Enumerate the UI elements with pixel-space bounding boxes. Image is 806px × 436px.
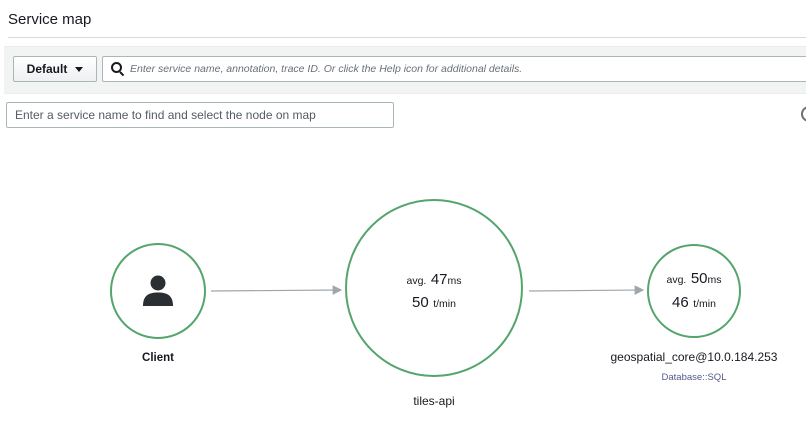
- node-geospatial-core-throughput: 46 t/min: [672, 294, 716, 311]
- edge-tiles-api-to-geospatial-core[interactable]: [528, 285, 645, 295]
- node-geospatial-core-type: Database::SQL: [661, 372, 727, 383]
- node-geospatial-core-label: geospatial_core@10.0.184.253: [610, 350, 778, 364]
- node-tiles-api-label: tiles-api: [413, 394, 455, 408]
- node-client[interactable]: [110, 243, 206, 339]
- service-map-canvas: Client avg. 47ms 50 t/min tiles-api avg.…: [0, 0, 806, 436]
- node-geospatial-core-latency: avg. 50ms: [666, 270, 722, 287]
- user-icon: [143, 275, 173, 306]
- node-tiles-api-latency: avg. 47ms: [406, 271, 462, 288]
- node-tiles-api-throughput: 50 t/min: [412, 294, 456, 311]
- node-tiles-api[interactable]: avg. 47ms 50 t/min: [345, 199, 523, 377]
- node-client-label: Client: [142, 352, 174, 364]
- edge-client-to-tiles-api[interactable]: [210, 285, 343, 295]
- node-geospatial-core[interactable]: avg. 50ms 46 t/min: [647, 244, 741, 338]
